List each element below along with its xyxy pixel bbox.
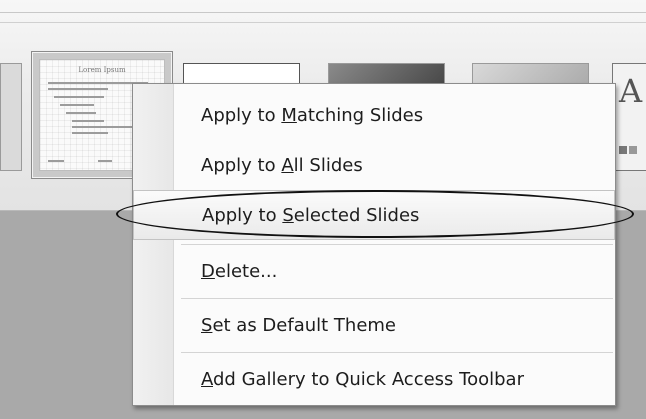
slide-text-line xyxy=(72,120,104,122)
menu-item-label: Apply to All Slides xyxy=(201,154,363,176)
theme-context-menu: Apply to Matching Slides Apply to All Sl… xyxy=(132,83,616,406)
slide-text-line xyxy=(72,126,132,128)
slide-footer-line xyxy=(48,160,64,162)
menu-item-label: Set as Default Theme xyxy=(201,314,396,336)
slide-text-line xyxy=(48,88,108,90)
slide-text-line xyxy=(60,104,94,106)
menu-item-add-gallery-to-quick-access-toolbar[interactable]: Add Gallery to Quick Access Toolbar xyxy=(133,352,615,406)
slide-preview-title: Lorem Ipsum xyxy=(78,66,126,74)
slide-text-line xyxy=(72,132,108,134)
menu-item-apply-to-all-slides[interactable]: Apply to All Slides xyxy=(133,138,615,192)
menu-item-set-as-default-theme[interactable]: Set as Default Theme xyxy=(133,298,615,352)
menu-item-label: Delete... xyxy=(201,260,278,282)
menu-item-apply-to-matching-slides[interactable]: Apply to Matching Slides xyxy=(133,88,615,142)
theme-sample-glyph: A xyxy=(619,72,643,110)
menu-item-label: Apply to Selected Slides xyxy=(202,204,420,226)
color-swatch xyxy=(619,146,627,154)
theme-thumbnail-partial-left[interactable] xyxy=(0,63,22,171)
menu-item-label: Apply to Matching Slides xyxy=(201,104,424,126)
slide-text-line xyxy=(54,96,104,98)
theme-thumbnail-partial-right[interactable]: A xyxy=(612,63,646,171)
ribbon-divider xyxy=(0,12,646,13)
menu-item-label: Add Gallery to Quick Access Toolbar xyxy=(201,368,524,390)
slide-text-line xyxy=(66,112,96,114)
menu-item-delete[interactable]: Delete... xyxy=(133,244,615,298)
menu-item-apply-to-selected-slides[interactable]: Apply to Selected Slides xyxy=(133,190,615,240)
color-swatch xyxy=(629,146,637,154)
slide-footer-line xyxy=(98,160,112,162)
